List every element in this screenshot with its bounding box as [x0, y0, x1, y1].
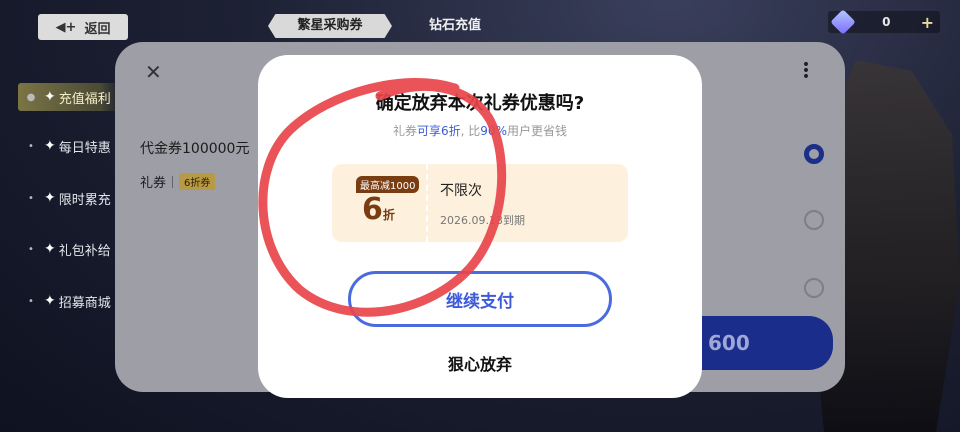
max-discount-badge: 最高减1000	[356, 176, 420, 193]
add-currency-icon[interactable]: +	[921, 13, 934, 32]
close-icon[interactable]: ✕	[145, 60, 162, 84]
side-item-label: 招募商城	[58, 295, 111, 311]
subtitle-mid: , 比	[460, 124, 481, 138]
coupon-value-section: 最高减1000 6折	[332, 164, 428, 242]
discount-badge: 6折券	[179, 173, 216, 190]
subtitle-highlight-discount: 可享6折	[417, 124, 461, 138]
coupon-info-section: 不限次 2026.09.13到期	[428, 164, 525, 242]
payment-radio[interactable]	[804, 210, 824, 230]
side-item-label: 礼包补给	[58, 243, 111, 259]
sparkle-icon: ✦	[44, 190, 56, 206]
abandon-confirm-dialog: 确定放弃本次礼券优惠吗? 礼券可享6折, 比90%用户更省钱 最高减1000 6…	[258, 55, 702, 398]
gem-icon	[830, 9, 856, 35]
subtitle-prefix: 礼券	[393, 124, 418, 138]
side-item-gift-supply[interactable]: • ✦ 礼包补给	[18, 235, 111, 263]
sparkle-icon: ✦	[44, 138, 56, 154]
bullet-icon: ●	[26, 91, 36, 103]
bullet-icon: •	[28, 140, 34, 152]
pay-button[interactable]: 600	[690, 316, 833, 370]
coupon-expiry: 2026.09.13到期	[440, 214, 525, 227]
discount-unit: 折	[382, 208, 395, 222]
continue-payment-button[interactable]: 继续支付	[348, 271, 612, 327]
sparkle-icon: ✦	[44, 293, 56, 309]
back-button[interactable]: ◀+ 返回	[38, 14, 128, 40]
voucher-amount-text: 代金券100000元	[140, 141, 250, 157]
side-item-recruit-shop[interactable]: • ✦ 招募商城	[18, 287, 111, 315]
side-item-recharge-welfare[interactable]: ● ✦ 充值福利	[18, 83, 121, 111]
abandon-button[interactable]: 狠心放弃	[258, 351, 702, 375]
side-item-label: 每日特惠	[58, 140, 111, 156]
currency-amount: 0	[882, 15, 891, 29]
side-item-daily-deal[interactable]: • ✦ 每日特惠	[18, 132, 111, 160]
coupon-discount: 6折	[362, 192, 395, 227]
coupon-card: 最高减1000 6折 不限次 2026.09.13到期	[332, 164, 628, 242]
side-item-limited-recharge[interactable]: • ✦ 限时累充	[18, 184, 111, 212]
discount-number: 6	[362, 192, 383, 227]
payment-radio-selected[interactable]	[804, 144, 824, 164]
subtitle-suffix: 用户更省钱	[506, 124, 567, 138]
subtitle-highlight-percent: 90%	[480, 124, 507, 138]
dialog-title: 确定放弃本次礼券优惠吗?	[375, 93, 585, 114]
continue-label: 继续支付	[446, 291, 514, 312]
side-item-label: 限时累充	[58, 192, 111, 208]
bullet-icon: •	[28, 295, 34, 307]
side-item-label: 充值福利	[58, 91, 111, 107]
more-options-icon[interactable]: • • •	[800, 58, 812, 84]
gift-voucher-row[interactable]: 礼券 6折券	[140, 172, 216, 191]
tab-star-voucher[interactable]: 繁星采购券	[268, 14, 392, 38]
pay-amount: 600	[708, 331, 750, 355]
sparkle-icon: ✦	[44, 241, 56, 257]
payment-radio[interactable]	[804, 278, 824, 298]
divider	[172, 175, 174, 188]
coupon-usage-limit: 不限次	[440, 183, 482, 199]
back-label: 返回	[84, 21, 111, 37]
currency-display: 0 +	[828, 9, 940, 35]
gift-voucher-label: 礼券	[140, 176, 167, 191]
bullet-icon: •	[28, 192, 34, 204]
sparkle-icon: ✦	[44, 89, 56, 105]
tab-diamond-recharge[interactable]: 钻石充值	[400, 14, 510, 38]
bullet-icon: •	[28, 243, 34, 255]
back-arrow-icon: ◀+	[55, 19, 77, 35]
dialog-subtitle: 礼券可享6折, 比90%用户更省钱	[258, 122, 702, 139]
